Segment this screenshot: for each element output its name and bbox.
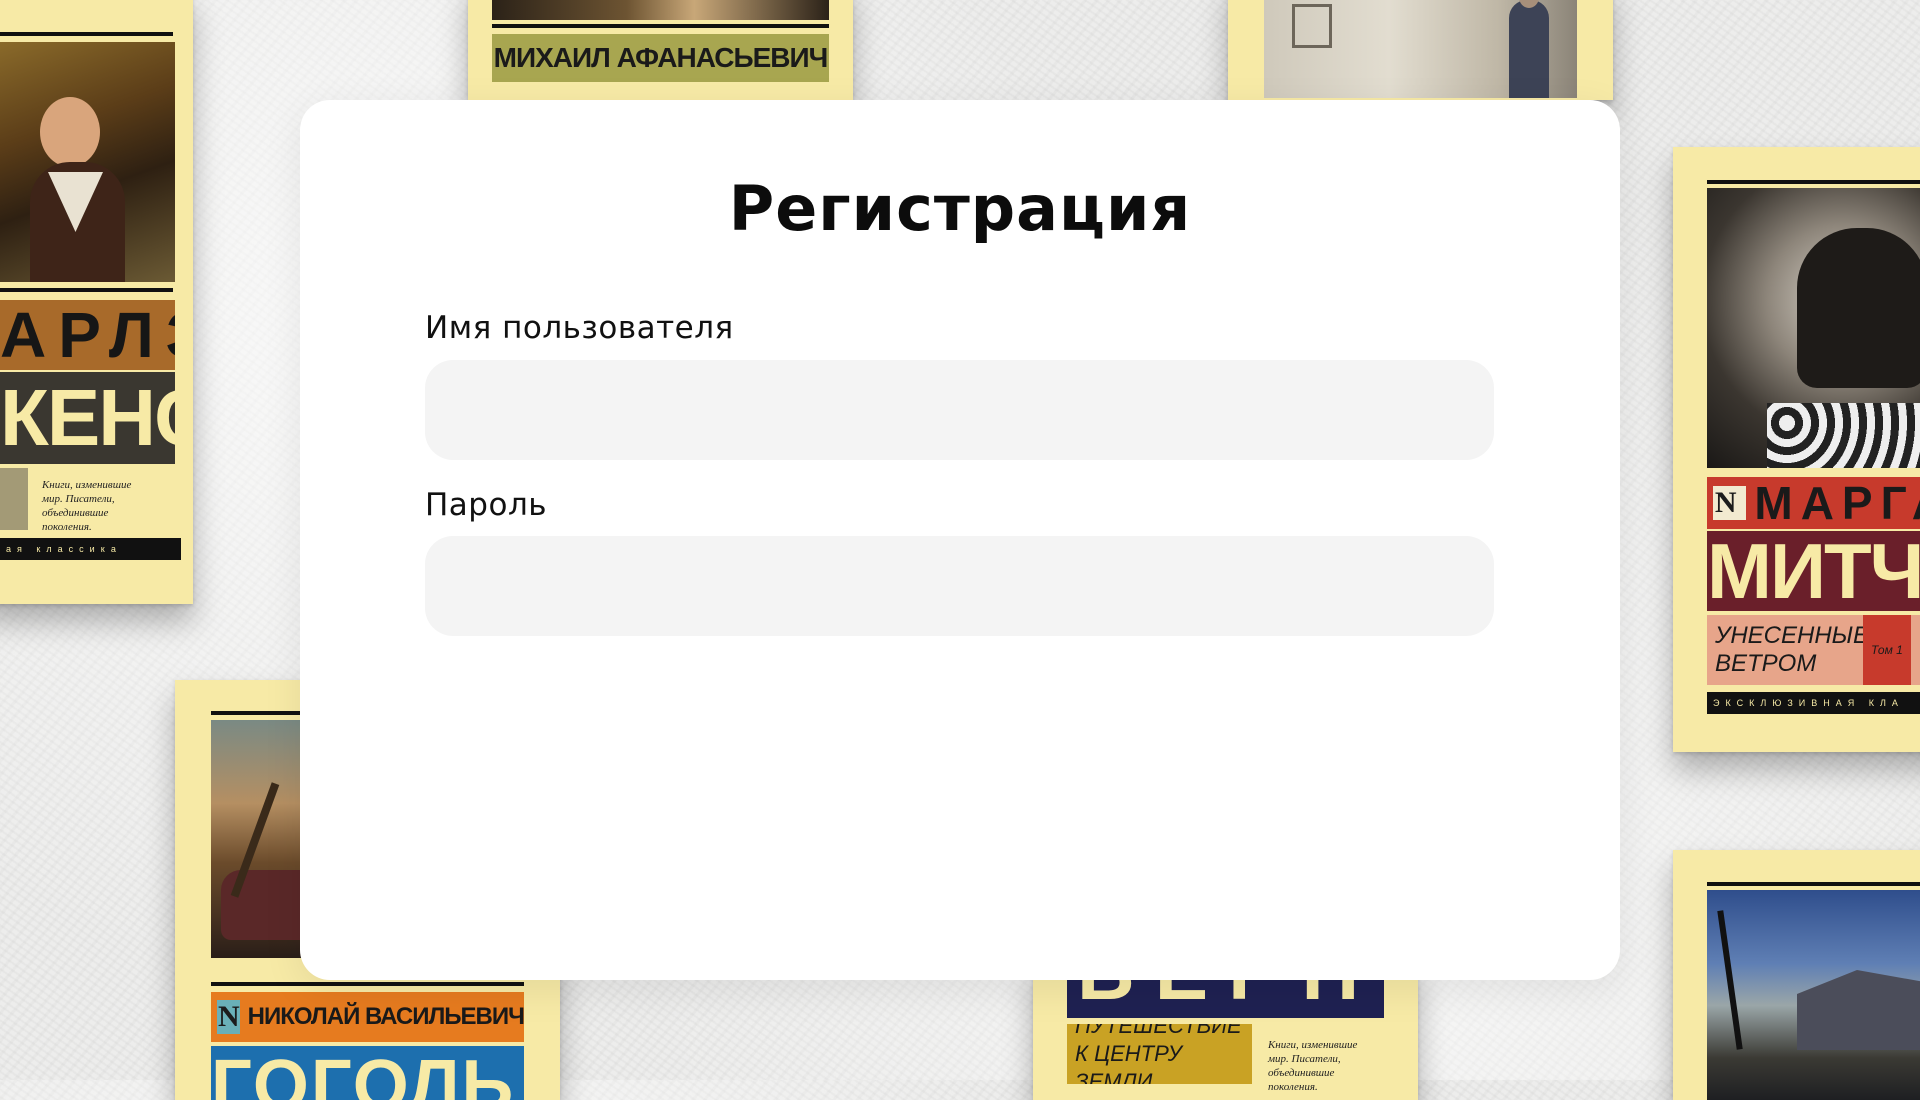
book-subtitle-band: УНЕСЕННЫЕ ВЕТРОМ Том 1	[1707, 615, 1920, 685]
book-cover-bulgakov: МИХАИЛ АФАНАСЬЕВИЧ	[468, 0, 853, 100]
page-title: Регистрация	[728, 172, 1192, 245]
book-series-footer: ая классика	[0, 538, 181, 560]
username-label: Имя пользователя	[425, 310, 734, 346]
book-volume: Том 1	[1863, 615, 1911, 685]
username-input[interactable]	[425, 360, 1494, 460]
password-input[interactable]	[425, 536, 1494, 636]
book-art-house	[1707, 890, 1920, 1100]
book-series-footer: ЭКСКЛЮЗИВНАЯ КЛА	[1707, 692, 1920, 714]
book-art-engraving	[1264, 0, 1577, 98]
book-blurb: Книги, изменившие мир. Писатели, объедин…	[42, 479, 132, 533]
book-cover-house	[1673, 850, 1920, 1100]
book-author-firstname: НИКОЛАЙ ВАСИЛЬЕВИЧ	[247, 1003, 524, 1030]
password-label: Пароль	[425, 487, 548, 523]
book-art-woman-photo	[1707, 188, 1920, 468]
book-subtitle-band: ПУТЕШЕСТВИЕ К ЦЕНТРУ ЗЕМЛИ	[1067, 1024, 1252, 1084]
book-cover-dickens: АРЛЗ КЕНС Книги, изменившие мир. Писател…	[0, 0, 193, 604]
book-author-bottom-band: МИТЧЕ	[1707, 531, 1920, 611]
book-art-figure	[492, 0, 829, 20]
publisher-logo-icon: N	[1713, 486, 1747, 520]
book-author-band: МИХАИЛ АФАНАСЬЕВИЧ	[492, 34, 829, 82]
book-blurb: Книги, изменившие мир. Писатели, объедин…	[1268, 1039, 1358, 1093]
book-author-top-band: АРЛЗ	[0, 300, 175, 370]
book-author-bottom-band: КЕНС	[0, 372, 175, 464]
book-cover-mitchell: NМАРГА МИТЧЕ УНЕСЕННЫЕ ВЕТРОМ Том 1 ЭКСК…	[1673, 147, 1920, 752]
book-cover-verne: ВЕРН ПУТЕШЕСТВИЕ К ЦЕНТРУ ЗЕМЛИ Книги, и…	[1033, 960, 1418, 1100]
book-author-firstname: МАРГА	[1754, 477, 1920, 529]
registration-card: Регистрация Имя пользователя Пароль	[300, 100, 1620, 980]
book-author-top-band: NМАРГА	[1707, 477, 1920, 529]
book-cover-portrait	[1228, 0, 1613, 100]
book-author-bottom-band: ГОГОЛЬ	[211, 1046, 524, 1100]
book-author-top-band: N НИКОЛАЙ ВАСИЛЬЕВИЧ	[211, 992, 524, 1042]
book-title: УНЕСЕННЫЕ ВЕТРОМ	[1715, 622, 1869, 677]
publisher-logo-icon: N	[217, 1000, 240, 1034]
book-art-portrait	[0, 42, 175, 282]
